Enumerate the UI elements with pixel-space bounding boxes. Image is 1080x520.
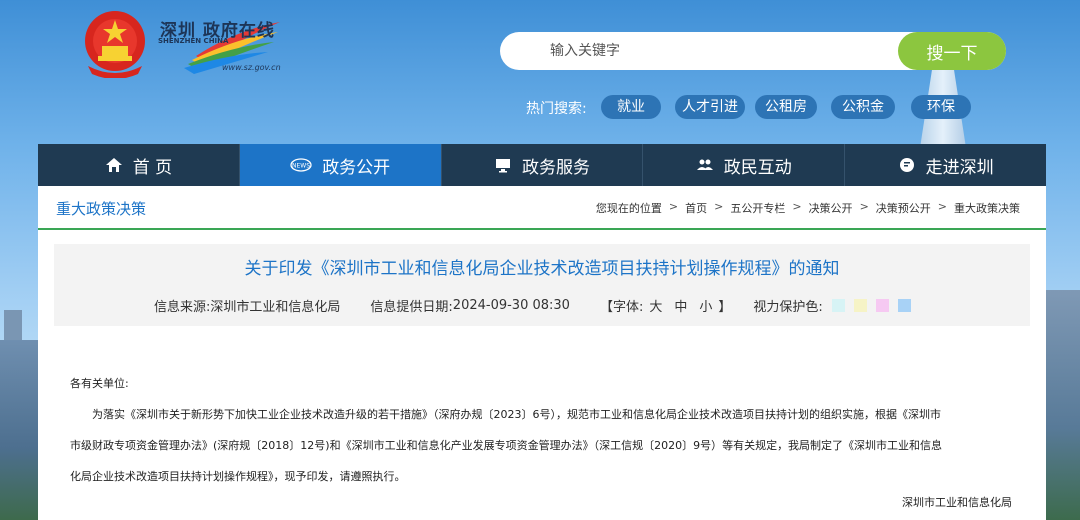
hot-tag-employment[interactable]: 就业 xyxy=(601,95,661,119)
nav-item-label: 首 页 xyxy=(132,157,173,178)
hot-tag-public-housing[interactable]: 公租房 xyxy=(755,95,817,119)
source-value: 深圳市工业和信息化局 xyxy=(210,300,341,315)
hot-tag-housing-fund[interactable]: 公积金 xyxy=(831,95,895,119)
city-skyline-left xyxy=(0,310,40,520)
source-label: 信息来源: xyxy=(154,300,211,315)
article-header: 关于印发《深圳市工业和信息化局企业技术改造项目扶持计划操作规程》的通知 信息来源… xyxy=(54,244,1030,326)
font-size-label: 【字体: xyxy=(599,300,644,315)
national-emblem-logo xyxy=(85,11,145,78)
date-value: 2024-09-30 08:30 xyxy=(452,298,570,313)
article-paragraph-line: 为落实《深圳市关于新形势下加快工业企业技术改造升级的若干措施》（深府办规〔202… xyxy=(92,408,941,421)
people-icon xyxy=(696,159,713,170)
article-meta: 信息来源: 深圳市工业和信息化局 信息提供日期: 2024-09-30 08:3… xyxy=(154,296,911,315)
news-icon: NEWS xyxy=(290,158,312,172)
nav-item-government-services[interactable]: 政务服务 xyxy=(441,144,644,186)
logo-english-text: SHENZHEN CHINA xyxy=(158,37,229,45)
breadcrumb-home[interactable]: 首页 xyxy=(681,200,711,216)
search-button[interactable]: 搜一下 xyxy=(898,32,1006,70)
article-paragraph-line: 市级财政专项资金管理办法》(深府规〔2018〕12号)和《深圳市工业和信息化产业… xyxy=(70,439,943,452)
breadcrumb: 您现在的位置 > 首页 > 五公开专栏 > 决策公开 > 决策预公开 > 重大政… xyxy=(592,200,1024,216)
breadcrumb-prefix: 您现在的位置 xyxy=(595,202,662,215)
breadcrumb-separator: > xyxy=(792,200,802,213)
font-size-medium-button[interactable]: 中 xyxy=(668,296,693,315)
logo-url-text: www.sz.gov.cn xyxy=(222,63,281,72)
chat-icon xyxy=(899,158,914,172)
search-input[interactable] xyxy=(520,34,880,68)
breadcrumb-separator: > xyxy=(859,200,869,213)
hot-search-label: 热门搜索: xyxy=(526,101,587,117)
monitor-icon xyxy=(495,159,510,173)
eye-protection-label: 视力保护色: xyxy=(753,300,823,315)
article-signature: 深圳市工业和信息化局 xyxy=(902,496,1012,509)
hot-tag-environment[interactable]: 环保 xyxy=(911,95,971,119)
font-size-large-button[interactable]: 大 xyxy=(643,296,668,315)
nav-item-label: 政民互动 xyxy=(723,157,792,178)
nav-item-label: 政务服务 xyxy=(521,157,590,178)
breadcrumb-separator: > xyxy=(937,200,947,213)
article-salutation: 各有关单位: xyxy=(70,377,129,390)
eye-color-blue-swatch[interactable] xyxy=(897,299,911,312)
breadcrumb-major-policy[interactable]: 重大政策决策 xyxy=(950,200,1024,216)
font-size-small-button[interactable]: 小 xyxy=(693,296,718,315)
article-title: 关于印发《深圳市工业和信息化局企业技术改造项目扶持计划操作规程》的通知 xyxy=(244,259,840,279)
section-title: 重大政策决策 xyxy=(56,200,147,218)
font-size-label-close: 】 xyxy=(718,300,732,315)
hot-tag-talent[interactable]: 人才引进 xyxy=(675,95,745,119)
breadcrumb-decision-pre-disclosure[interactable]: 决策预公开 xyxy=(872,200,935,216)
breadcrumb-five-publicities[interactable]: 五公开专栏 xyxy=(726,200,789,216)
date-label: 信息提供日期: xyxy=(370,300,453,315)
eye-color-pink-swatch[interactable] xyxy=(875,299,889,312)
nav-item-home[interactable]: 首 页 xyxy=(38,144,240,186)
nav-item-label: 政务公开 xyxy=(322,157,391,178)
main-nav: 首 页 NEWS 政务公开 政务服务 政民互动 走进深圳 xyxy=(38,144,1046,186)
svg-text:NEWS: NEWS xyxy=(292,163,310,170)
breadcrumb-decision-disclosure[interactable]: 决策公开 xyxy=(805,200,857,216)
home-icon xyxy=(105,158,122,172)
nav-item-government-affairs[interactable]: NEWS 政务公开 xyxy=(239,144,442,186)
nav-item-label: 走进深圳 xyxy=(925,157,994,178)
breadcrumb-separator: > xyxy=(668,200,679,213)
nav-item-explore-shenzhen[interactable]: 走进深圳 xyxy=(845,144,1046,186)
breadcrumb-separator: > xyxy=(714,200,724,213)
eye-color-yellow-swatch[interactable] xyxy=(853,299,867,312)
content-panel: 重大政策决策 您现在的位置 > 首页 > 五公开专栏 > 决策公开 > 决策预公… xyxy=(38,186,1046,520)
article-body: 各有关单位: 为落实《深圳市关于新形势下加快工业企业技术改造升级的若干措施》（深… xyxy=(70,368,1014,492)
section-header: 重大政策决策 您现在的位置 > 首页 > 五公开专栏 > 决策公开 > 决策预公… xyxy=(38,186,1046,230)
eye-color-cyan-swatch[interactable] xyxy=(831,299,845,312)
article-paragraph-line: 化局企业技术改造项目扶持计划操作规程》，现予印发，请遵照执行。 xyxy=(70,470,406,483)
city-skyline-right xyxy=(1046,290,1080,520)
nav-item-public-interaction[interactable]: 政民互动 xyxy=(643,144,846,186)
